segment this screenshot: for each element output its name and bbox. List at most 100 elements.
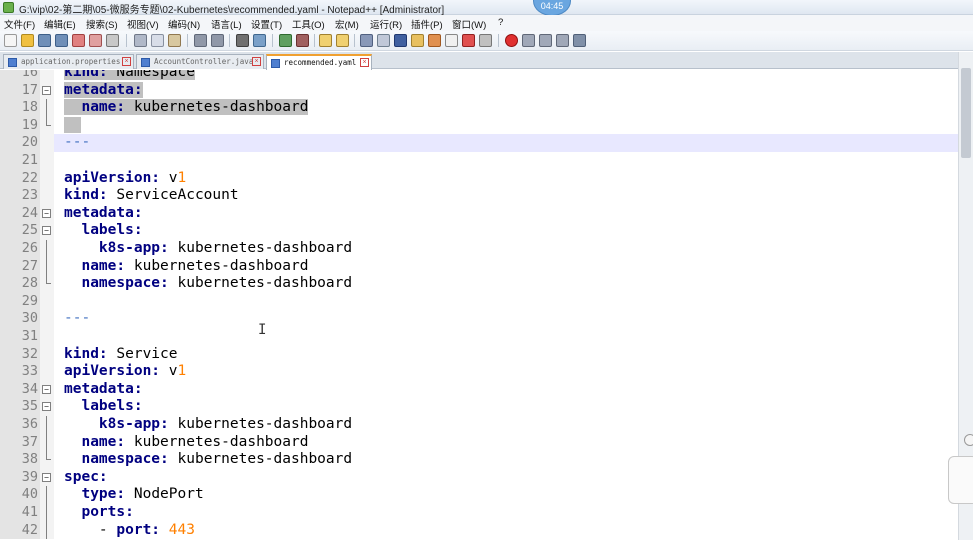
fold-margin[interactable] (40, 328, 54, 346)
code-editor[interactable]: 16 kind: Namespace 17− metadata: 18 name: ku… (0, 70, 958, 540)
cut-icon[interactable] (134, 34, 147, 47)
close-all-icon[interactable] (89, 34, 102, 47)
copy-icon[interactable] (151, 34, 164, 47)
tab-account-controller-java[interactable]: AccountController.java × (136, 54, 264, 69)
menu-help[interactable]: ? (498, 17, 503, 28)
tab-application-properties[interactable]: application.properties × (3, 54, 134, 69)
close-tab-icon[interactable]: × (252, 57, 261, 66)
fold-toggle-icon[interactable]: − (42, 208, 51, 218)
tab-recommended-yaml[interactable]: recommended.yaml × (266, 54, 372, 70)
monitoring-icon[interactable] (462, 34, 475, 47)
code-text[interactable] (64, 116, 82, 135)
menu-settings[interactable]: 设置(T) (251, 17, 282, 31)
code-text[interactable]: apiVersion: v1 (64, 170, 186, 188)
menu-macro[interactable]: 宏(M) (335, 17, 359, 31)
menu-run[interactable]: 运行(R) (370, 17, 402, 31)
code-text[interactable]: --- (64, 310, 90, 328)
code-text[interactable]: metadata: (64, 205, 143, 223)
code-text[interactable]: namespace: kubernetes-dashboard (64, 451, 352, 469)
editor-line[interactable]: 29 (0, 292, 958, 311)
fold-margin[interactable] (40, 310, 54, 328)
sync-vertical-icon[interactable] (319, 34, 332, 47)
editor-line[interactable]: 35− labels: (0, 398, 958, 416)
fold-margin[interactable] (40, 292, 54, 311)
menu-tools[interactable]: 工具(O) (292, 17, 325, 31)
code-text[interactable]: kind: Service (64, 346, 178, 364)
code-text[interactable]: - port: 443 (64, 522, 195, 540)
menu-edit[interactable]: 编辑(E) (44, 17, 76, 31)
fold-toggle-icon[interactable]: − (42, 472, 51, 482)
editor-line[interactable]: 21 (0, 152, 958, 170)
fold-margin[interactable] (40, 363, 54, 381)
new-file-icon[interactable] (4, 34, 17, 47)
code-text[interactable]: name: kubernetes-dashboard (64, 434, 308, 452)
scrollbar-thumb[interactable] (961, 68, 971, 158)
code-text[interactable]: name: kubernetes-dashboard (64, 258, 308, 276)
fold-margin[interactable] (40, 345, 54, 364)
fold-margin[interactable] (40, 257, 54, 276)
code-text[interactable]: apiVersion: v1 (64, 363, 186, 381)
fold-margin[interactable] (40, 169, 54, 188)
fold-margin[interactable]: − (40, 222, 54, 240)
folder-workspace-icon[interactable] (445, 34, 458, 47)
code-text[interactable]: metadata: (64, 81, 143, 100)
editor-line[interactable]: 32 kind: Service (0, 345, 958, 364)
menu-file[interactable]: 文件(F) (4, 17, 35, 31)
menu-plugins[interactable]: 插件(P) (411, 17, 443, 31)
fold-margin[interactable]: − (40, 81, 54, 100)
word-wrap-icon[interactable] (360, 34, 373, 47)
code-text[interactable]: namespace: kubernetes-dashboard (64, 275, 352, 293)
code-text[interactable]: labels: (64, 222, 142, 240)
code-text[interactable]: ports: (64, 504, 133, 522)
fold-margin[interactable]: − (40, 468, 54, 487)
floating-button-icon[interactable] (964, 434, 973, 446)
code-text[interactable]: kind: Namespace (64, 70, 195, 82)
fold-margin[interactable]: − (40, 380, 54, 399)
fold-toggle-icon[interactable]: − (42, 85, 51, 95)
editor-line[interactable]: 27 name: kubernetes-dashboard (0, 257, 958, 276)
code-text[interactable]: k8s-app: kubernetes-dashboard (64, 416, 352, 434)
floating-side-panel[interactable] (948, 456, 973, 504)
editor-line[interactable]: 36 k8s-app: kubernetes-dashboard (0, 416, 958, 434)
editor-line[interactable]: 25− labels: (0, 222, 958, 240)
editor-line[interactable]: 26 k8s-app: kubernetes-dashboard (0, 240, 958, 258)
editor-line[interactable]: 30 --- (0, 310, 958, 328)
fold-margin[interactable] (40, 116, 54, 135)
save-all-icon[interactable] (55, 34, 68, 47)
function-list-icon[interactable] (428, 34, 441, 47)
editor-line[interactable]: 16 kind: Namespace (0, 70, 958, 82)
find-icon[interactable] (236, 34, 249, 47)
fold-toggle-icon[interactable]: − (42, 402, 51, 412)
stop-macro-icon[interactable] (522, 34, 535, 47)
fold-margin[interactable] (40, 451, 54, 469)
document-map-icon[interactable] (411, 34, 424, 47)
editor-line[interactable]: 23 kind: ServiceAccount (0, 187, 958, 205)
editor-line[interactable]: 22 apiVersion: v1 (0, 169, 958, 188)
fold-margin[interactable] (40, 152, 54, 170)
fold-margin[interactable] (40, 433, 54, 452)
play-macro-icon[interactable] (539, 34, 552, 47)
editor-line[interactable]: 39− spec: (0, 468, 958, 487)
indent-guide-icon[interactable] (394, 34, 407, 47)
fold-toggle-icon[interactable]: − (42, 384, 51, 394)
editor-line[interactable]: 34− metadata: (0, 380, 958, 399)
fold-margin[interactable] (40, 187, 54, 205)
fold-margin[interactable] (40, 486, 54, 504)
editor-line[interactable]: 38 namespace: kubernetes-dashboard (0, 451, 958, 469)
save-macro-icon[interactable] (573, 34, 586, 47)
undo-icon[interactable] (194, 34, 207, 47)
fold-margin[interactable] (40, 240, 54, 258)
view-icon[interactable] (479, 34, 492, 47)
fold-margin[interactable] (40, 134, 54, 152)
fold-toggle-icon[interactable]: − (42, 226, 51, 236)
save-icon[interactable] (38, 34, 51, 47)
zoom-in-icon[interactable] (279, 34, 292, 47)
close-tab-icon[interactable]: × (122, 57, 131, 66)
code-text[interactable]: spec: (64, 469, 108, 487)
sync-horizontal-icon[interactable] (336, 34, 349, 47)
close-file-icon[interactable] (72, 34, 85, 47)
editor-line[interactable]: 28 namespace: kubernetes-dashboard (0, 275, 958, 293)
run-macro-multiple-icon[interactable] (556, 34, 569, 47)
paste-icon[interactable] (168, 34, 181, 47)
open-file-icon[interactable] (21, 34, 34, 47)
